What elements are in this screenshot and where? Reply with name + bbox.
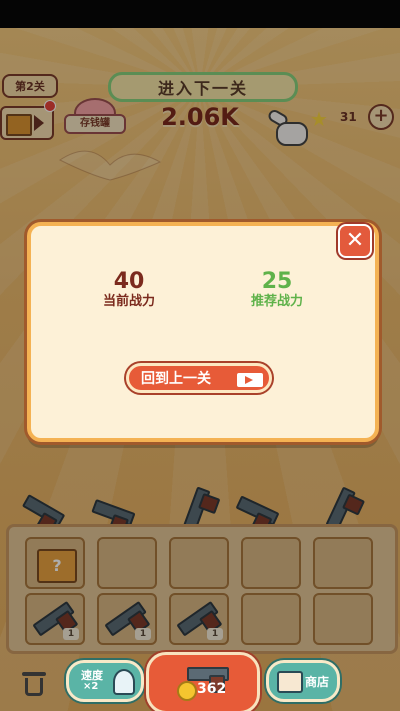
recommended-power: 25 推荐战力 [227, 270, 327, 310]
recommended-power-label: 推荐战力 [250, 294, 303, 309]
game-screen: 第2关 进入下一关 存钱罐 2.06K ★ 31 + ? 1 1 1 速度 ×2… [0, 0, 400, 711]
shop-icon [277, 671, 303, 693]
return-previous-level-button[interactable]: 回到上一关 [126, 363, 272, 393]
return-button-label: 回到上一关 [141, 371, 211, 387]
coin-icon [177, 681, 197, 701]
status-bar [0, 0, 400, 28]
trash-lid [22, 672, 46, 676]
buy-weapon-button[interactable]: 362 [146, 652, 260, 711]
trash-icon[interactable] [22, 670, 46, 696]
rocket-icon [113, 669, 135, 695]
close-button[interactable]: ✕ [338, 224, 372, 258]
trash-bin [25, 678, 43, 696]
buy-price: 362 [197, 681, 227, 697]
recommended-power-value: 25 [261, 269, 293, 294]
shop-label: 商店 [305, 675, 330, 689]
power-warning-dialog: 40 当前战力 25 推荐战力 [27, 222, 379, 442]
shop-button[interactable]: 商店 [266, 660, 340, 702]
current-power-value: 40 [113, 269, 145, 294]
speed-boost-button[interactable]: 速度 ×2 [66, 660, 144, 702]
current-power: 40 当前战力 [79, 270, 179, 310]
speed-multiplier: ×2 [83, 681, 99, 692]
video-ad-icon [237, 373, 263, 387]
current-power-label: 当前战力 [102, 294, 155, 309]
